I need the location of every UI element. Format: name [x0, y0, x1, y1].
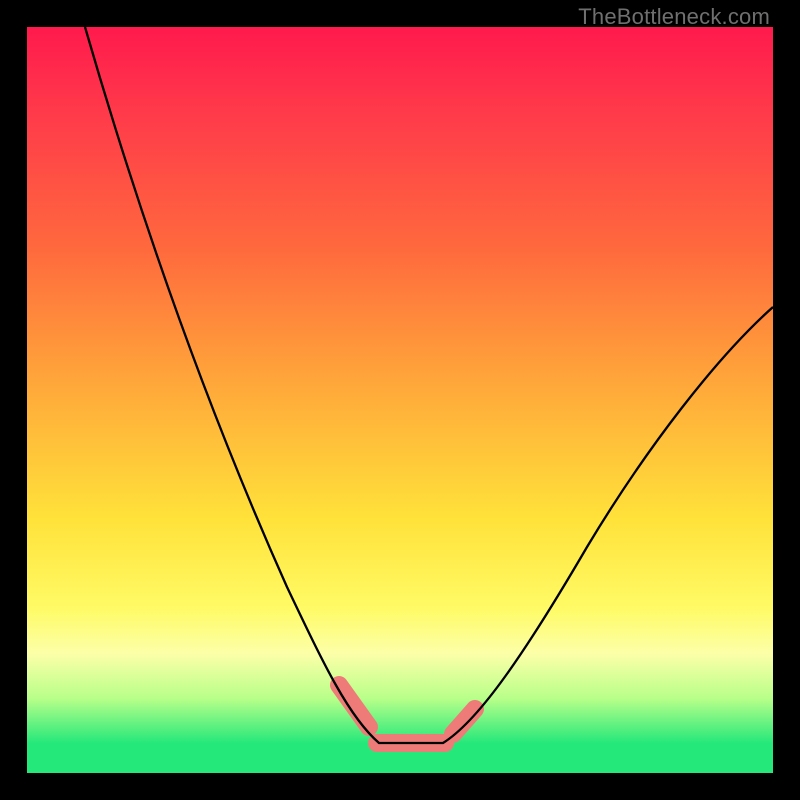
chart-frame: TheBottleneck.com	[0, 0, 800, 800]
plot-area	[27, 27, 773, 773]
chart-svg	[27, 27, 773, 773]
bottleneck-curve	[85, 27, 773, 743]
highlight-right	[453, 709, 475, 734]
watermark-text: TheBottleneck.com	[578, 4, 770, 30]
highlight-left	[339, 685, 369, 727]
